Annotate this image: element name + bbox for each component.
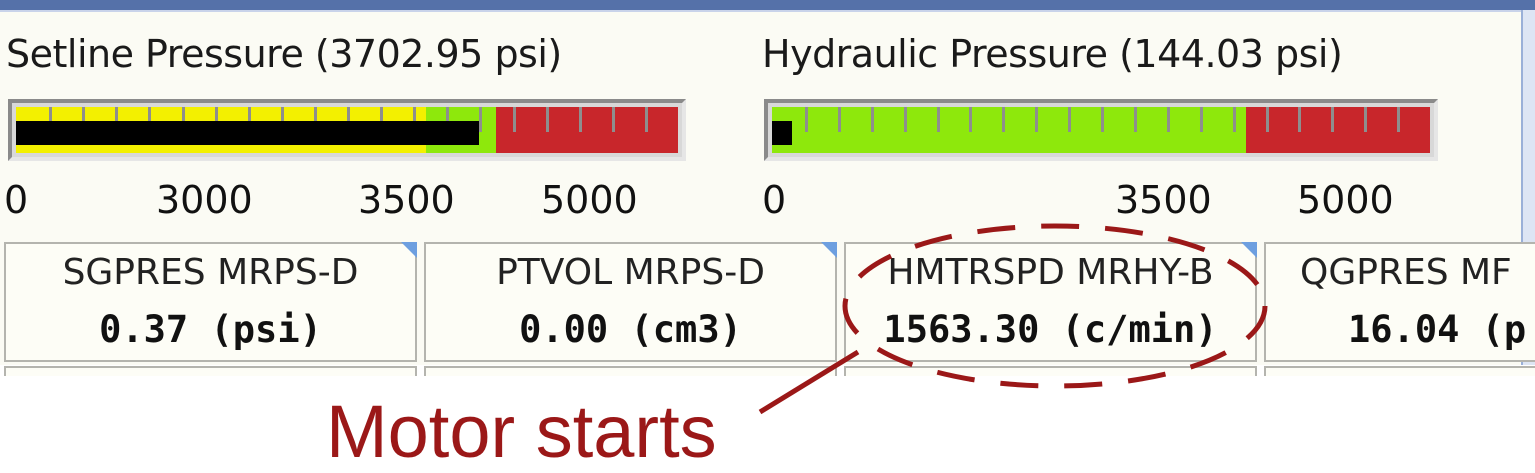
annotation-overlay	[758, 223, 1268, 415]
screenshot-stage: Setline Pressure (3702.95 psi) 0 3000 35…	[0, 0, 1535, 473]
highlight-dashed-ellipse	[842, 223, 1268, 389]
annotation-pointer-line	[758, 349, 860, 415]
annotation-label: Motor starts	[326, 390, 717, 473]
